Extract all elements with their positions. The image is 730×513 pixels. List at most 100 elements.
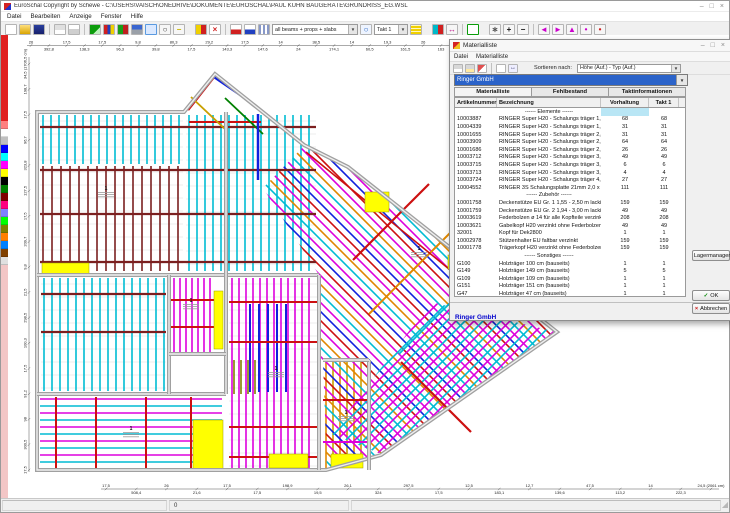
palette-swatch[interactable] bbox=[1, 193, 8, 201]
layers-icon[interactable] bbox=[410, 24, 422, 35]
report-icon[interactable] bbox=[496, 64, 506, 73]
view-mode-icon[interactable] bbox=[145, 24, 157, 35]
palette-swatch[interactable] bbox=[1, 161, 8, 169]
table-row[interactable]: G47Holzträger 47 cm (bauseits)11 bbox=[455, 290, 685, 297]
table-row[interactable]: 10001655RINGER Super H20 - Schalungs trä… bbox=[455, 131, 685, 139]
ok-button[interactable]: ✓ OK bbox=[692, 290, 730, 301]
table-row[interactable]: 10001686RINGER Super H20 - Schalungs trä… bbox=[455, 146, 685, 154]
print-icon[interactable] bbox=[54, 24, 66, 35]
props-tool-icon[interactable] bbox=[131, 24, 143, 35]
minimize-button[interactable]: – bbox=[700, 3, 704, 10]
delete-list-icon[interactable]: × bbox=[209, 24, 221, 35]
table-row[interactable]: 10003909RINGER Super H20 - Schalungs trä… bbox=[455, 138, 685, 146]
chart-blue-icon[interactable] bbox=[244, 24, 256, 35]
tab-taktinformationen[interactable]: Taktinformationen bbox=[609, 87, 686, 97]
zoom-in-icon[interactable]: + bbox=[503, 24, 515, 35]
palette-swatch[interactable] bbox=[1, 153, 8, 161]
chart-red-icon[interactable] bbox=[230, 24, 242, 35]
col-artikelnummer[interactable]: Artikelnummer bbox=[455, 98, 497, 107]
open-file-icon[interactable] bbox=[19, 24, 31, 35]
tab-fehlbestand[interactable]: Fehlbestand bbox=[532, 87, 609, 97]
col-takt1[interactable]: Takt 1 bbox=[649, 98, 679, 107]
dialog-maximize-button[interactable]: □ bbox=[711, 42, 715, 49]
table-row[interactable]: 10003712RINGER Super H20 - Schalungs trä… bbox=[455, 154, 685, 162]
print-preview-icon[interactable] bbox=[68, 24, 80, 35]
center-view-icon[interactable]: ∗ bbox=[489, 24, 501, 35]
menu-hilfe[interactable]: Hilfe bbox=[131, 13, 143, 20]
lagermanager-button[interactable]: Lagermanager bbox=[692, 250, 730, 261]
menu-datei[interactable]: Datei bbox=[7, 13, 21, 20]
transfer-icon[interactable]: ↔ bbox=[446, 24, 458, 35]
palette-swatch[interactable] bbox=[1, 217, 8, 225]
table-row[interactable]: G109Holzträger 109 cm (bauseits)11 bbox=[455, 275, 685, 283]
dialog-close-button[interactable]: × bbox=[721, 42, 725, 49]
table-row[interactable]: 10003621Gabelkopf H20 verzinkt ohne Fede… bbox=[455, 222, 685, 230]
zoom-window-icon[interactable]: • bbox=[594, 24, 606, 35]
table-row[interactable]: ------ Sonstiges ------ bbox=[455, 252, 685, 260]
palette-swatch[interactable] bbox=[1, 201, 8, 209]
palette-swatch[interactable] bbox=[1, 121, 8, 129]
table-row[interactable]: 10003715RINGER Super H20 - Schalungs trä… bbox=[455, 161, 685, 169]
table-row[interactable]: 10002978Stützenhalter EU faltbar verzink… bbox=[455, 237, 685, 245]
table-row[interactable]: 10001778Trägerkopf H20 verzinkt ohne Fed… bbox=[455, 245, 685, 253]
columns-icon[interactable] bbox=[258, 24, 270, 35]
palette-swatch[interactable] bbox=[1, 233, 8, 241]
table-row[interactable]: 10003713RINGER Super H20 - Schalungs trä… bbox=[455, 169, 685, 177]
print-icon[interactable] bbox=[453, 64, 463, 73]
measure-icon[interactable]: − bbox=[173, 24, 185, 35]
col-bezeichnung[interactable]: Bezeichnung bbox=[497, 98, 601, 107]
pan-down-icon[interactable]: • bbox=[580, 24, 592, 35]
view-filter-dropdown[interactable]: all beams + props + slabs▼ bbox=[272, 24, 358, 35]
palette-swatch[interactable] bbox=[1, 145, 8, 153]
palette-swatch[interactable] bbox=[1, 137, 8, 145]
table-row[interactable]: ------ Zubehör ------ bbox=[455, 192, 685, 200]
palette-swatch[interactable] bbox=[1, 249, 8, 257]
window-frame-icon[interactable] bbox=[467, 24, 479, 35]
table-row[interactable]: 10001758Deckenstütze EU Gr. 1 1,55 - 2,5… bbox=[455, 199, 685, 207]
menu-fenster[interactable]: Fenster bbox=[101, 13, 122, 20]
table-row[interactable]: G100Holzträger 100 cm (bauseits)11 bbox=[455, 260, 685, 268]
pan-left-icon[interactable]: ◄ bbox=[538, 24, 550, 35]
table-row[interactable]: 10004339RINGER Super H20 - Schalungs trä… bbox=[455, 123, 685, 131]
dialog-title-bar[interactable]: Materialliste – □ × bbox=[450, 40, 730, 52]
dialog-menu-materialliste[interactable]: Materialliste bbox=[476, 54, 508, 60]
refresh-icon[interactable]: ○ bbox=[360, 24, 372, 35]
col-vorhaltung[interactable]: Vorhaltung bbox=[601, 98, 649, 107]
color-palette[interactable] bbox=[1, 35, 8, 499]
table-row[interactable]: 10004552RINGER 3S Schalungsplatte 21mm 2… bbox=[455, 184, 685, 192]
takt-dropdown[interactable]: Takt 1▼ bbox=[374, 24, 408, 35]
palette-swatch[interactable] bbox=[1, 209, 8, 217]
palette-swatch[interactable] bbox=[1, 185, 8, 193]
menu-bearbeiten[interactable]: Bearbeiten bbox=[30, 13, 60, 20]
dialog-minimize-button[interactable]: – bbox=[701, 42, 705, 49]
print-preview-icon[interactable] bbox=[465, 64, 475, 73]
palette-swatch[interactable] bbox=[1, 169, 8, 177]
grid-colors-icon[interactable] bbox=[432, 24, 444, 35]
chevron-down-icon[interactable]: ▼ bbox=[671, 65, 680, 72]
company-combobox[interactable]: Ringer GmbH ▼ bbox=[454, 74, 688, 86]
zoom-tool-icon[interactable]: ○ bbox=[159, 24, 171, 35]
chevron-down-icon[interactable]: ▼ bbox=[676, 75, 687, 85]
dialog-menu-datei[interactable]: Datei bbox=[454, 54, 468, 60]
palette-swatch[interactable] bbox=[1, 225, 8, 233]
table-row[interactable]: ------ Elemente ------ bbox=[455, 108, 685, 116]
palette-swatch[interactable] bbox=[1, 177, 8, 185]
table-row[interactable]: G151Holzträger 151 cm (bauseits)11 bbox=[455, 283, 685, 291]
new-file-icon[interactable] bbox=[5, 24, 17, 35]
material-table[interactable]: Artikelnummer Bezeichnung Vorhaltung Tak… bbox=[454, 97, 686, 297]
tab-materialliste[interactable]: Materialliste bbox=[454, 87, 532, 97]
walls-tool-icon[interactable] bbox=[89, 24, 101, 35]
pan-right-icon[interactable]: ► bbox=[552, 24, 564, 35]
palette-swatch[interactable] bbox=[1, 257, 8, 265]
table-row[interactable]: 10003724RINGER Super H20 - Schalungs trä… bbox=[455, 176, 685, 184]
palette-swatch[interactable] bbox=[1, 129, 8, 137]
save-icon[interactable] bbox=[33, 24, 45, 35]
maximize-button[interactable]: □ bbox=[710, 3, 714, 10]
sort-dropdown[interactable]: Höhe (Auf.) - Typ (Auf.) ▼ bbox=[577, 64, 681, 73]
zoom-out-icon[interactable]: − bbox=[517, 24, 529, 35]
material-list-icon[interactable] bbox=[195, 24, 207, 35]
formwork-tool-icon[interactable] bbox=[103, 24, 115, 35]
palette-swatch[interactable] bbox=[1, 241, 8, 249]
menu-anzeige[interactable]: Anzeige bbox=[69, 13, 91, 20]
export-icon[interactable] bbox=[477, 64, 487, 73]
